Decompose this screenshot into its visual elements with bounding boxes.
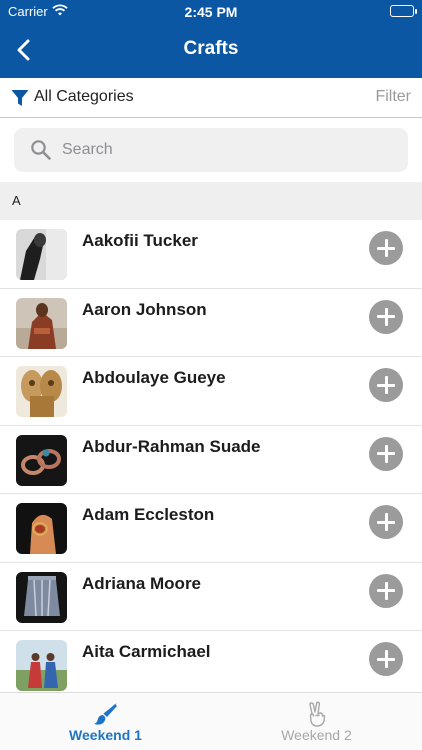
add-button[interactable] (369, 505, 403, 539)
tab-weekend-1[interactable]: Weekend 1 (0, 693, 211, 750)
artist-list: Aakofii Tucker Aaron Johnson Abdoulaye G… (0, 220, 422, 700)
add-button[interactable] (369, 642, 403, 676)
tab-label: Weekend 1 (69, 727, 142, 743)
add-button[interactable] (369, 299, 403, 334)
list-item[interactable]: Abdur-Rahman Suade (0, 425, 422, 494)
status-time: 2:45 PM (184, 4, 238, 20)
artist-thumbnail (16, 366, 67, 417)
list-item[interactable]: Aakofii Tucker (0, 220, 422, 289)
artist-name: Aakofii Tucker (82, 231, 198, 250)
artist-name: Aaron Johnson (82, 299, 207, 319)
section-header: A (0, 182, 422, 220)
section-letter: A (12, 193, 21, 208)
search-icon (30, 139, 52, 166)
nav-header: Carrier 2:45 PM Crafts (0, 0, 422, 78)
list-item[interactable]: Aaron Johnson (0, 288, 422, 357)
tab-label: Weekend 2 (281, 727, 352, 743)
tab-bar: Weekend 1 Weekend 2 (0, 692, 422, 750)
battery-icon (390, 5, 417, 17)
list-item[interactable]: Adam Eccleston (0, 494, 422, 563)
artist-name: Aita Carmichael (82, 642, 211, 661)
list-item[interactable]: Adriana Moore (0, 562, 422, 631)
add-button[interactable] (369, 436, 403, 471)
category-selector[interactable]: All Categories (34, 88, 134, 106)
list-item[interactable]: Abdoulaye Gueye (0, 357, 422, 426)
artist-thumbnail (16, 640, 67, 691)
artist-thumbnail (16, 434, 67, 486)
search-input[interactable] (62, 128, 392, 172)
artist-thumbnail (16, 229, 67, 280)
peace-hand-icon (304, 701, 330, 727)
paintbrush-icon (93, 701, 119, 727)
artist-name: Abdoulaye Gueye (82, 368, 226, 387)
funnel-icon[interactable] (11, 89, 29, 112)
search-bar[interactable] (14, 128, 408, 172)
artist-thumbnail (16, 297, 67, 349)
filter-bar: All Categories Filter (0, 78, 422, 118)
page-title: Crafts (183, 38, 239, 59)
artist-thumbnail (16, 571, 67, 623)
artist-name: Abdur-Rahman Suade (82, 436, 261, 456)
add-button[interactable] (369, 573, 403, 608)
tab-weekend-2[interactable]: Weekend 2 (211, 693, 422, 750)
artist-name: Adam Eccleston (82, 505, 215, 524)
add-button[interactable] (369, 368, 403, 402)
status-bar: Carrier 2:45 PM (0, 0, 422, 24)
artist-name: Adriana Moore (82, 573, 202, 593)
artist-thumbnail (16, 503, 67, 554)
filter-button[interactable]: Filter (375, 88, 411, 106)
list-item[interactable]: Aita Carmichael (0, 631, 422, 700)
add-button[interactable] (369, 231, 403, 265)
